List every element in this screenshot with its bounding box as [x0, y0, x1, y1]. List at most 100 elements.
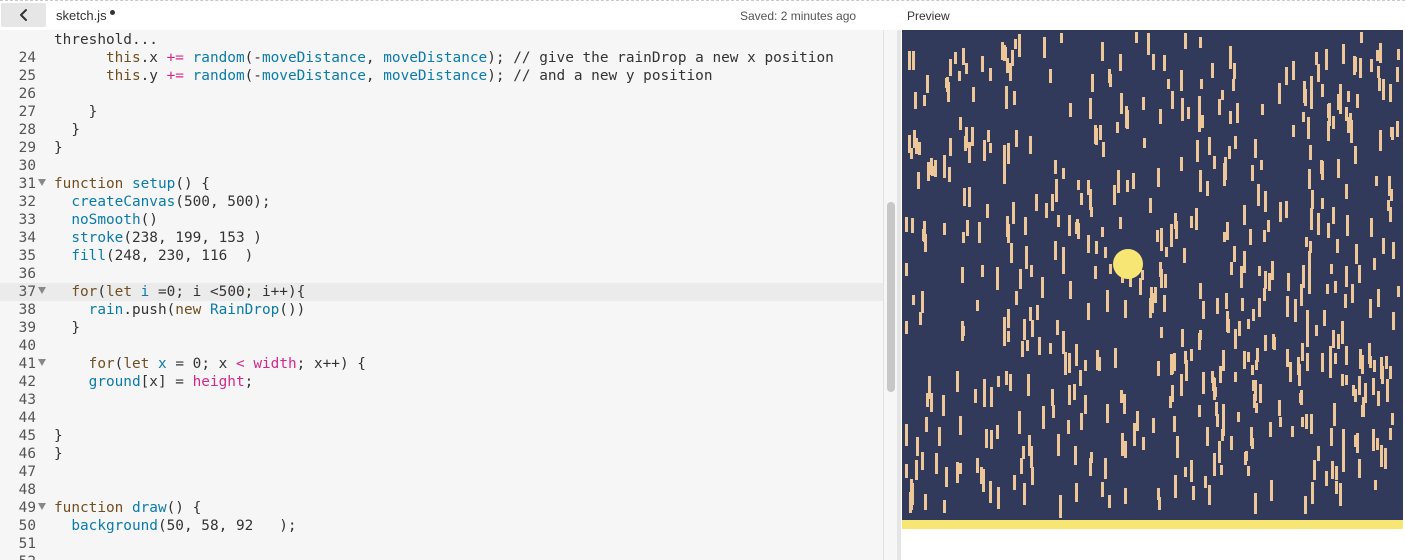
rain-drop	[1015, 291, 1018, 305]
rain-drop	[1211, 63, 1214, 78]
editor-scrollbar[interactable]	[883, 30, 898, 560]
rain-drop	[912, 295, 915, 305]
rain-drop	[1279, 417, 1282, 427]
code-line[interactable]: 32 createCanvas(500, 500);	[0, 193, 883, 211]
code-line[interactable]: 41 for(let x = 0; x < width; x++) {	[0, 355, 883, 373]
rain-drop	[1183, 248, 1186, 263]
rain-drop	[1173, 416, 1176, 432]
rain-drop	[966, 220, 969, 236]
code-line[interactable]: 36	[0, 265, 883, 283]
code-line[interactable]: 47	[0, 463, 883, 481]
code-line[interactable]: 34 stroke(238, 199, 153 )	[0, 229, 883, 247]
rain-drop	[1020, 458, 1023, 474]
collapse-sidebar-button[interactable]	[1, 3, 46, 27]
rain-drop	[1036, 305, 1039, 320]
rain-drop	[1335, 466, 1338, 480]
rain-drop	[1054, 160, 1057, 174]
code-line[interactable]: 37 for(let i =0; i <500; i++){	[0, 283, 883, 301]
rain-drop	[1257, 184, 1260, 206]
code-line[interactable]: 25 this.y += random(-moveDistance, moveD…	[0, 67, 883, 85]
code-line[interactable]: 50 background(50, 58, 92 );	[0, 517, 883, 535]
rain-drop	[1052, 405, 1055, 418]
rain-drop	[1073, 384, 1076, 400]
code-line[interactable]: 31 function setup() {	[0, 175, 883, 193]
rain-drop	[1029, 136, 1032, 154]
rain-drop	[1278, 83, 1281, 104]
rain-drop	[1382, 238, 1385, 254]
rain-drop	[1308, 272, 1311, 294]
rain-drop	[1199, 283, 1202, 299]
rain-drop	[1377, 66, 1380, 78]
rain-drop	[1069, 103, 1072, 117]
rain-drop	[1221, 90, 1224, 100]
line-number: 27	[18, 104, 36, 120]
code-line[interactable]: 49 function draw() {	[0, 499, 883, 517]
rain-drop	[1190, 460, 1193, 482]
file-tab-name[interactable]: sketch.js	[56, 8, 107, 23]
rain-drop	[905, 321, 908, 334]
sketch-preview-canvas[interactable]	[902, 30, 1403, 529]
rain-drop	[1384, 448, 1387, 469]
rain-drop	[981, 56, 984, 72]
rain-drop	[1133, 423, 1136, 446]
code-line[interactable]: 42 ground[x] = height;	[0, 373, 883, 391]
pane-divider[interactable]	[897, 30, 901, 560]
code-line[interactable]: 46}	[0, 445, 883, 463]
code-line[interactable]: 43	[0, 391, 883, 409]
code-text: noSmooth()	[71, 212, 158, 228]
code-editor[interactable]: threshold... 24 this.x += random(-moveDis…	[0, 30, 883, 560]
rain-drop	[1345, 375, 1348, 385]
code-line[interactable]: 26	[0, 85, 883, 103]
rain-drop	[1326, 284, 1329, 294]
fold-arrow-icon[interactable]	[38, 179, 46, 186]
code-line[interactable]: 27 }	[0, 103, 883, 121]
rain-drop	[1230, 436, 1233, 450]
line-number: 30	[18, 158, 36, 174]
code-line[interactable]: 29}	[0, 139, 883, 157]
code-line[interactable]: 35 fill(248, 230, 116 )	[0, 247, 883, 265]
code-text: }	[54, 320, 80, 336]
rain-drop	[1160, 327, 1163, 338]
rain-drop	[945, 467, 948, 487]
code-line[interactable]: 40	[0, 337, 883, 355]
scroll-thumb[interactable]	[887, 202, 895, 392]
code-line[interactable]: 45}	[0, 427, 883, 445]
fold-arrow-icon[interactable]	[38, 359, 46, 366]
code-line[interactable]: 38 rain.push(new RainDrop())	[0, 301, 883, 319]
code-line[interactable]: 39 }	[0, 319, 883, 337]
fold-arrow-icon[interactable]	[38, 287, 46, 294]
code-line[interactable]: 52	[0, 553, 883, 560]
rain-drop	[1057, 215, 1060, 227]
code-line[interactable]: 24 this.x += random(-moveDistance, moveD…	[0, 49, 883, 67]
rain-drop	[1176, 436, 1179, 458]
rain-drop	[1309, 241, 1312, 253]
rain-drop	[1309, 145, 1312, 160]
rain-drop	[1255, 403, 1258, 413]
rain-drop	[1123, 394, 1126, 414]
rain-drop	[927, 162, 930, 181]
rain-drop	[1164, 274, 1167, 288]
rain-drop	[1315, 325, 1318, 336]
rain-drop	[1094, 125, 1097, 144]
rain-drop	[1075, 222, 1078, 234]
rain-drop	[1038, 337, 1041, 355]
rain-drop	[1184, 33, 1187, 49]
rain-drop	[1051, 194, 1054, 211]
rain-drop	[921, 291, 924, 313]
fold-arrow-icon[interactable]	[38, 503, 46, 510]
code-line[interactable]: 28 }	[0, 121, 883, 139]
rain-drop	[1251, 165, 1254, 181]
code-line[interactable]: 33 noSmooth()	[0, 211, 883, 229]
rain-drop	[935, 453, 938, 474]
rain-drop	[1165, 247, 1168, 257]
rain-drop	[1323, 310, 1326, 326]
rain-drop	[1074, 446, 1077, 465]
code-line[interactable]: 30	[0, 157, 883, 175]
code-line[interactable]: 48	[0, 481, 883, 499]
code-line[interactable]: 51	[0, 535, 883, 553]
code-line[interactable]: threshold...	[0, 31, 883, 49]
code-line[interactable]: 44	[0, 409, 883, 427]
rain-drop	[1337, 334, 1340, 349]
rain-drop	[1331, 461, 1334, 479]
rain-drop	[1106, 404, 1109, 423]
